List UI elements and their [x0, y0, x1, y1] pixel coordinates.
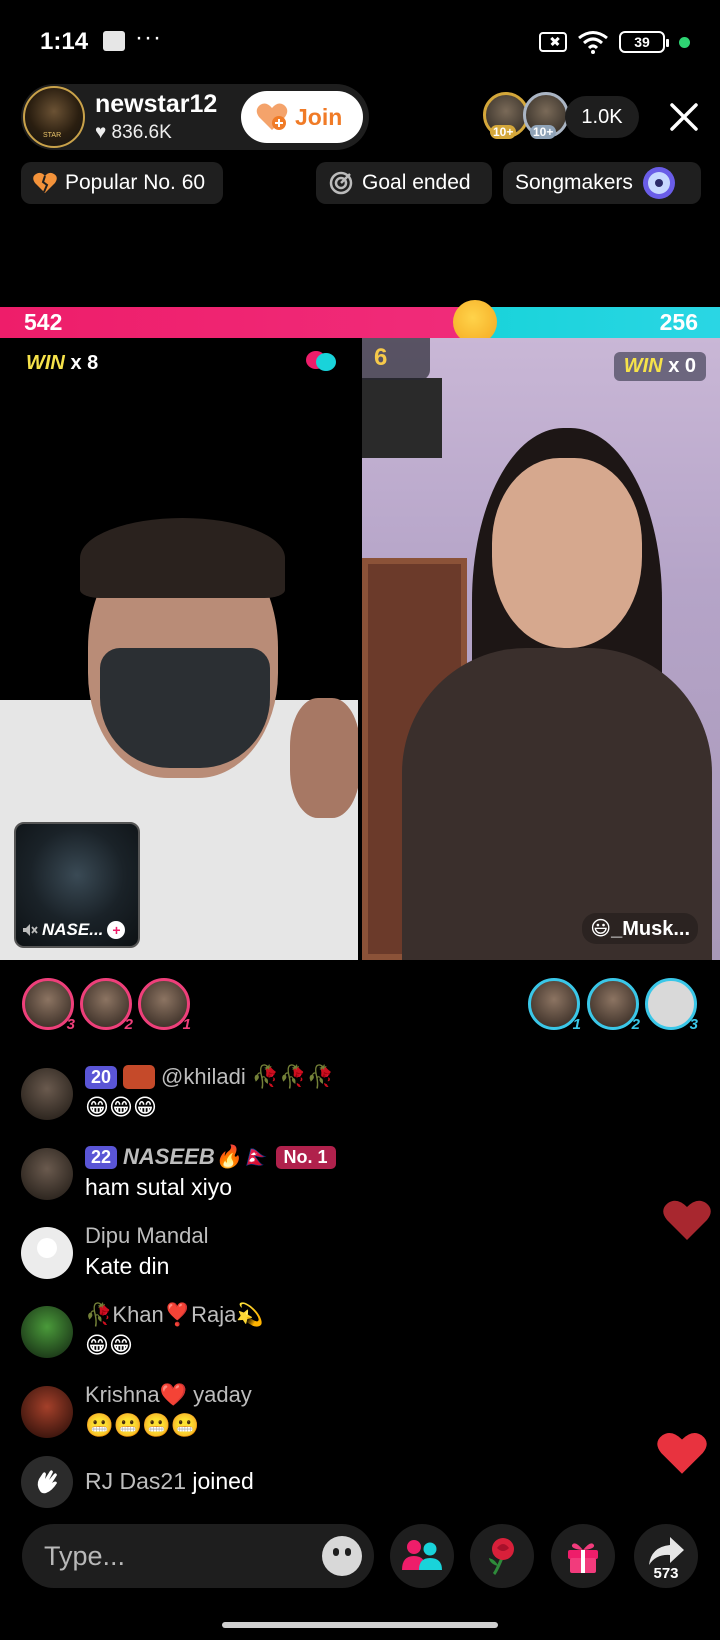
more-notifications-icon: ···: [135, 24, 162, 51]
close-icon[interactable]: [664, 97, 704, 137]
wave-icon: [21, 1456, 73, 1508]
floating-heart-icon: [663, 1200, 711, 1240]
level-badge: 22: [85, 1145, 118, 1169]
battery-icon: 39: [619, 31, 669, 53]
popular-label: Popular No. 60: [65, 171, 206, 194]
gift-button[interactable]: [551, 1524, 615, 1588]
top-viewer-avatar[interactable]: 10+: [523, 92, 569, 139]
right-top-gifter[interactable]: 3: [645, 978, 698, 1033]
chat-avatar[interactable]: [21, 1227, 73, 1279]
chat-username[interactable]: Dipu Mandal: [85, 1223, 209, 1249]
opponent-name[interactable]: 😃_Musk...: [582, 913, 698, 944]
left-top-gifter[interactable]: 2: [80, 978, 133, 1033]
songmakers-label: Songmakers: [515, 171, 633, 194]
host-info[interactable]: newstar12 ♥ 836.6K Join: [21, 84, 369, 150]
joined-action: joined: [192, 1468, 254, 1494]
fan-badge-icon: [123, 1065, 156, 1089]
heart-plus-icon: [256, 103, 288, 130]
popular-rank-chip[interactable]: Popular No. 60: [21, 162, 223, 204]
guest-mini-cam-label: NASE... +: [22, 920, 126, 940]
broken-heart-icon: [33, 172, 57, 193]
rose-gift-button[interactable]: [470, 1524, 534, 1588]
chat-text: 😬😬😬😬: [85, 1412, 200, 1438]
host-likes: ♥ 836.6K: [95, 122, 172, 143]
chat-username[interactable]: 22 NASEEB🔥🇳🇵 No. 1: [85, 1144, 336, 1170]
boxing-glove-icon: [306, 351, 336, 371]
rose-icon: [489, 1538, 514, 1576]
viewer-badge: 10+: [530, 125, 557, 139]
guests-icon: [402, 1540, 442, 1570]
opponent-score-chip: 6: [362, 338, 430, 380]
goal-label: Goal ended: [362, 171, 471, 194]
share-icon: [649, 1537, 684, 1565]
right-win-streak: WIN x 0: [613, 352, 706, 381]
rank-badge: No. 1: [275, 1145, 336, 1169]
notification-icon: [103, 31, 125, 51]
left-top-gifter[interactable]: 1: [138, 978, 191, 1033]
share-count: 573: [653, 1565, 679, 1582]
left-video-panel[interactable]: WIN x 8 NASE... +: [0, 338, 358, 960]
battle-score-bar: [0, 307, 720, 338]
battle-left-score: 542: [24, 309, 63, 335]
chat-text: Kate din: [85, 1253, 170, 1279]
status-bar: 1:14 ··· 39: [0, 0, 720, 84]
viewer-count[interactable]: 1.0K: [565, 96, 639, 138]
guest-mini-cam[interactable]: NASE... +: [14, 822, 140, 948]
wifi-icon: [578, 31, 608, 54]
join-text: RJ Das21 joined: [85, 1468, 254, 1495]
chat-username[interactable]: 20 @khiladi 🥀🥀🥀: [85, 1064, 334, 1090]
chat-avatar[interactable]: [21, 1148, 73, 1200]
status-icons: 39: [539, 30, 690, 54]
comment-placeholder: Type...: [44, 1541, 126, 1571]
chat-text: 😁😁😁: [85, 1094, 157, 1120]
right-top-gifter[interactable]: 1: [528, 978, 581, 1033]
join-button[interactable]: Join: [241, 91, 363, 143]
viewer-badge: 10+: [490, 125, 517, 139]
sim-off-icon: [539, 32, 567, 52]
songmakers-chip[interactable]: Songmakers: [503, 162, 701, 204]
goal-chip[interactable]: Goal ended: [316, 162, 492, 204]
level-badge: 20: [85, 1065, 118, 1089]
left-win-streak: WIN x 8: [26, 352, 99, 374]
gift-icon: [568, 1543, 598, 1573]
left-top-gifter[interactable]: 3: [22, 978, 75, 1033]
chat-text: ham sutal xiyo: [85, 1174, 233, 1200]
music-disc-icon: [642, 167, 675, 199]
mute-icon: [23, 924, 38, 936]
host-name: newstar12: [95, 90, 218, 118]
chat-username[interactable]: Krishna❤️ yaday: [85, 1382, 252, 1408]
host-avatar[interactable]: [23, 86, 85, 148]
chat-avatar[interactable]: [21, 1068, 73, 1120]
comment-input[interactable]: Type...: [22, 1524, 374, 1588]
chat-avatar[interactable]: [21, 1386, 73, 1438]
privacy-indicator-icon: [679, 36, 690, 48]
right-video-panel[interactable]: 6 WIN x 0 😃_Musk...: [362, 338, 720, 960]
joined-user: RJ Das21: [85, 1468, 186, 1494]
floating-heart-icon: [657, 1432, 707, 1474]
goal-icon: [329, 171, 353, 195]
battle-right-score: 256: [659, 309, 698, 335]
follow-guest-button[interactable]: +: [107, 921, 126, 939]
emoji-icon[interactable]: [322, 1536, 362, 1576]
chat-username[interactable]: 🥀Khan❣️Raja💫: [85, 1302, 264, 1328]
share-button[interactable]: 573: [634, 1524, 698, 1588]
home-indicator[interactable]: [222, 1622, 498, 1628]
status-time: 1:14: [40, 28, 89, 55]
guests-button[interactable]: [390, 1524, 454, 1588]
right-top-gifter[interactable]: 2: [587, 978, 640, 1033]
chat-text: 😁😁: [85, 1332, 133, 1358]
join-label: Join: [295, 103, 343, 130]
chat-avatar[interactable]: [21, 1306, 73, 1358]
